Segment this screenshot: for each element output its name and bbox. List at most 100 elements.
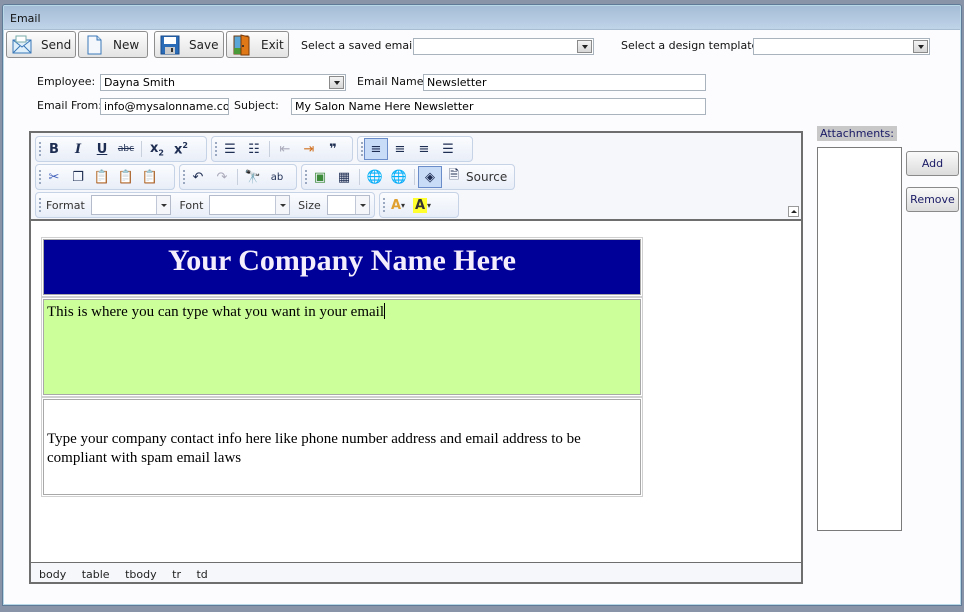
source-button[interactable]: Source xyxy=(466,170,507,184)
align-right-icon[interactable]: ≡ xyxy=(412,138,436,160)
path-table[interactable]: table xyxy=(82,568,110,581)
email-name-input[interactable]: Newsletter xyxy=(423,74,706,91)
redo-icon[interactable]: ↷ xyxy=(210,166,234,188)
link-icon[interactable]: 🌐 xyxy=(363,166,387,188)
email-from-label: Email From: xyxy=(37,99,102,112)
subscript-icon[interactable]: x2 xyxy=(145,138,169,160)
replace-icon[interactable]: ab xyxy=(265,166,289,188)
font-select[interactable] xyxy=(209,195,291,215)
superscript-icon[interactable]: x2 xyxy=(169,138,193,160)
align-center-icon[interactable]: ≡ xyxy=(388,138,412,160)
company-name-heading: Your Company Name Here xyxy=(167,244,517,277)
footer-cell[interactable]: Type your company contact info here like… xyxy=(41,397,643,497)
unordered-list-icon[interactable]: ☷ xyxy=(242,138,266,160)
ordered-list-icon[interactable]: ☰ xyxy=(218,138,242,160)
blockquote-icon[interactable]: ❞ xyxy=(321,138,345,160)
attachments-list[interactable] xyxy=(817,147,902,531)
path-tr[interactable]: tr xyxy=(172,568,181,581)
floppy-disk-icon xyxy=(159,34,181,56)
italic-icon[interactable]: I xyxy=(66,138,90,160)
color-group: A ▾ A ▾ xyxy=(379,192,459,218)
footer-text: Type your company contact info here like… xyxy=(47,431,581,466)
cut-icon[interactable]: ✂ xyxy=(42,166,66,188)
path-tbody[interactable]: tbody xyxy=(125,568,157,581)
background-color-icon[interactable]: A ▾ xyxy=(410,194,434,216)
chevron-down-icon[interactable] xyxy=(577,40,592,53)
separator xyxy=(237,169,238,185)
text-color-icon[interactable]: A ▾ xyxy=(386,194,410,216)
saved-email-label: Select a saved email: xyxy=(301,39,419,52)
history-group: ↶ ↷ 🔭 ab xyxy=(179,164,297,190)
subject-value: My Salon Name Here Newsletter xyxy=(295,100,474,113)
paste-text-icon[interactable]: 📋 xyxy=(114,166,138,188)
paste-icon[interactable]: 📋 xyxy=(90,166,114,188)
chevron-down-icon[interactable] xyxy=(275,196,290,214)
design-template-select[interactable] xyxy=(753,38,930,55)
strikethrough-icon[interactable]: abc xyxy=(114,138,138,160)
find-icon[interactable]: 🔭 xyxy=(241,166,265,188)
new-button[interactable]: New xyxy=(78,31,148,58)
email-from-input[interactable]: info@mysalonname.com xyxy=(100,98,229,115)
align-left-icon[interactable]: ≡ xyxy=(364,138,388,160)
path-td[interactable]: td xyxy=(196,568,207,581)
separator xyxy=(414,169,415,185)
title-bar: Email xyxy=(4,6,960,30)
design-template-label: Select a design template: xyxy=(621,39,763,52)
element-path-bar: body table tbody tr td xyxy=(31,562,801,582)
separator xyxy=(141,141,142,157)
source-icon[interactable]: 🗎 xyxy=(442,166,466,188)
body-text: This is where you can type what you want… xyxy=(47,304,385,320)
employee-select[interactable]: Dayna Smith xyxy=(100,74,346,91)
collapse-toolbar-button[interactable] xyxy=(788,206,799,217)
size-label: Size xyxy=(298,198,321,212)
copy-icon[interactable]: ❐ xyxy=(66,166,90,188)
exit-door-icon xyxy=(231,33,253,56)
unlink-icon[interactable]: 🌐 xyxy=(387,166,411,188)
justify-icon[interactable]: ☰ xyxy=(436,138,460,160)
new-label: New xyxy=(113,37,140,52)
clipboard-group: ✂ ❐ 📋 📋 📋 xyxy=(35,164,175,190)
size-select[interactable] xyxy=(326,195,370,215)
body-cell[interactable]: This is where you can type what you want… xyxy=(41,297,643,397)
path-body[interactable]: body xyxy=(39,568,66,581)
chevron-down-icon[interactable] xyxy=(156,196,171,214)
show-blocks-icon[interactable]: ◈ xyxy=(418,166,442,188)
remove-attachment-button[interactable]: Remove xyxy=(906,187,959,212)
align-group: ≡ ≡ ≡ ☰ xyxy=(357,136,473,162)
outdent-icon[interactable]: ⇤ xyxy=(273,138,297,160)
separator xyxy=(269,141,270,157)
table-icon[interactable]: ▦ xyxy=(332,166,356,188)
indent-icon[interactable]: ⇥ xyxy=(297,138,321,160)
attachments-label: Attachments: xyxy=(817,126,897,141)
underline-icon[interactable]: U xyxy=(90,138,114,160)
rich-text-editor: B I U abc x2 x2 ☰ ☷ ⇤ ⇥ ❞ ≡ ≡ ≡ ☰ ✂ ❐ 📋 … xyxy=(29,131,803,584)
chevron-down-icon[interactable] xyxy=(329,76,344,89)
send-email-icon xyxy=(11,34,33,56)
header-cell[interactable]: Your Company Name Here xyxy=(41,237,643,297)
image-icon[interactable]: ▣ xyxy=(308,166,332,188)
save-label: Save xyxy=(189,37,219,52)
subject-input[interactable]: My Salon Name Here Newsletter xyxy=(291,98,706,115)
chevron-down-icon[interactable] xyxy=(913,40,928,53)
insert-group: ▣ ▦ 🌐 🌐 ◈ 🗎 Source xyxy=(301,164,515,190)
editor-toolbar: B I U abc x2 x2 ☰ ☷ ⇤ ⇥ ❞ ≡ ≡ ≡ ☰ ✂ ❐ 📋 … xyxy=(31,133,801,221)
paste-word-icon[interactable]: 📋 xyxy=(138,166,162,188)
chevron-down-icon[interactable] xyxy=(354,196,369,214)
underline-glyph: U xyxy=(96,141,108,157)
separator xyxy=(359,169,360,185)
save-button[interactable]: Save xyxy=(154,31,224,58)
new-document-icon xyxy=(83,34,105,56)
format-select[interactable] xyxy=(90,195,172,215)
text-style-group: B I U abc x2 x2 xyxy=(35,136,207,162)
strike-glyph: abc xyxy=(117,144,135,154)
send-button[interactable]: Send xyxy=(6,31,76,58)
saved-email-select[interactable] xyxy=(413,38,594,55)
subject-label: Subject: xyxy=(234,99,279,112)
bold-icon[interactable]: B xyxy=(42,138,66,160)
add-attachment-button[interactable]: Add xyxy=(906,151,959,176)
exit-button[interactable]: Exit xyxy=(226,31,289,58)
format-label: Format xyxy=(46,198,85,212)
editor-content[interactable]: Your Company Name Here This is where you… xyxy=(31,223,801,560)
font-label: Font xyxy=(179,198,204,212)
undo-icon[interactable]: ↶ xyxy=(186,166,210,188)
